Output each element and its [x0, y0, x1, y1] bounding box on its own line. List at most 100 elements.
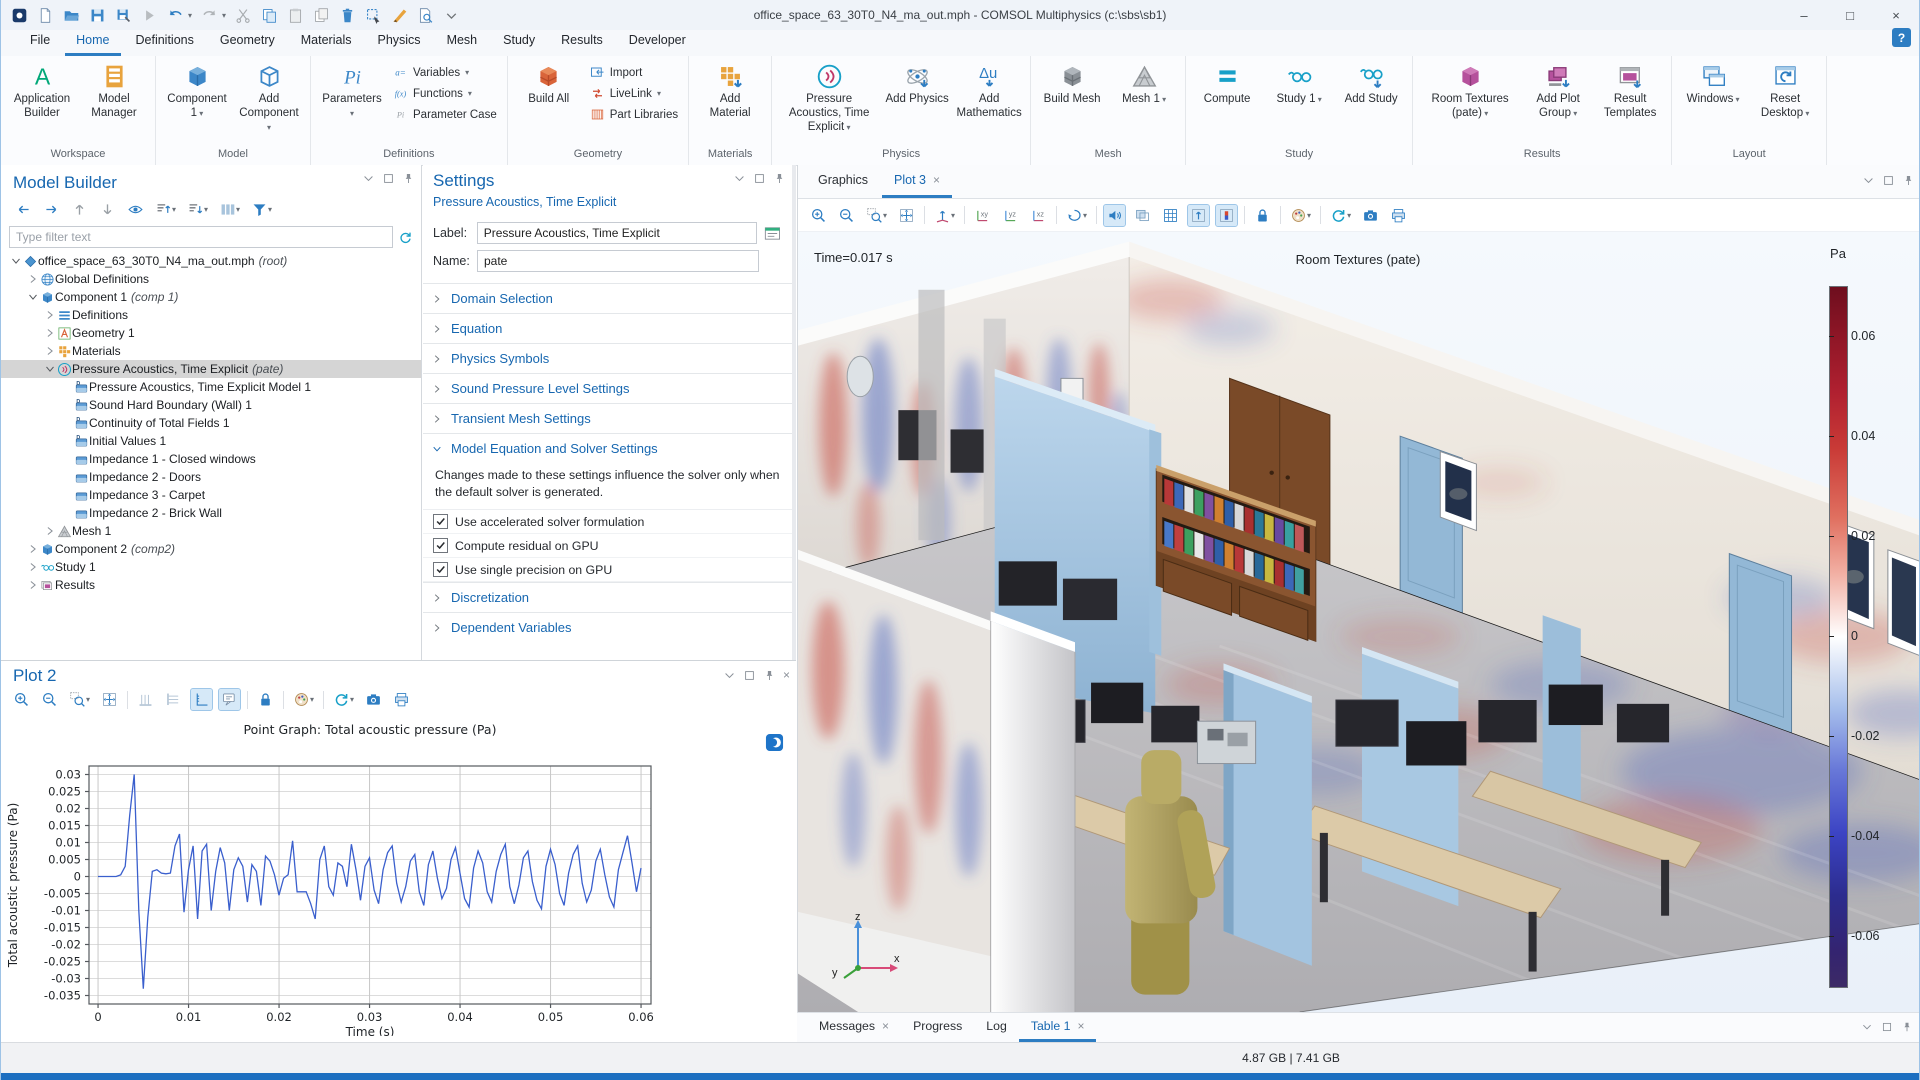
zoom-extents-button[interactable]: [896, 205, 917, 226]
save-icon[interactable]: [89, 7, 106, 24]
tab-log[interactable]: Log: [974, 1015, 1019, 1042]
functions-button[interactable]: f(x) Functions ▾: [393, 86, 497, 101]
tree-node-sound-hard-boundary-wall-1[interactable]: D Sound Hard Boundary (Wall) 1: [1, 396, 421, 414]
tree-node-initial-values-1[interactable]: D Initial Values 1: [1, 432, 421, 450]
doc-search-icon[interactable]: [417, 7, 434, 24]
tree-node-pressure-acoustics-time-explicit[interactable]: Pressure Acoustics, Time Explicit (pate): [1, 360, 421, 378]
add-material-button[interactable]: Add Material: [695, 60, 765, 121]
tree-node-materials[interactable]: Materials: [1, 342, 421, 360]
expand-arrow-icon[interactable]: [26, 560, 40, 574]
preview-icon[interactable]: [391, 7, 408, 24]
pin-icon[interactable]: [763, 669, 776, 682]
menu-materials[interactable]: Materials: [290, 29, 363, 56]
pin-icon[interactable]: [402, 172, 415, 185]
maximize-button[interactable]: □: [1827, 0, 1873, 30]
chevron-down-icon[interactable]: [1861, 1021, 1873, 1033]
x-grid-button[interactable]: [135, 689, 156, 710]
pin-icon[interactable]: [1902, 174, 1915, 187]
checkbox-use-accelerated-solver-formulation[interactable]: Use accelerated solver formulation: [423, 510, 792, 535]
dropdown-chevron[interactable]: ▾: [222, 11, 226, 20]
tree-node-pressure-acoustics-time-explicit-model-1[interactable]: D Pressure Acoustics, Time Explicit Model…: [1, 378, 421, 396]
minimize-button[interactable]: –: [1781, 0, 1827, 30]
delete-icon[interactable]: [339, 7, 356, 24]
expand-arrow-icon[interactable]: [26, 578, 40, 592]
y-grid-button[interactable]: [163, 689, 184, 710]
arrow-right-button[interactable]: [41, 199, 62, 220]
menu-physics[interactable]: Physics: [366, 29, 431, 56]
section-header-domain-selection[interactable]: Domain Selection: [423, 284, 792, 313]
menu-definitions[interactable]: Definitions: [125, 29, 205, 56]
tree-node-study-1[interactable]: Study 1: [1, 558, 421, 576]
tree-node-impedance-2-brick-wall[interactable]: Impedance 2 - Brick Wall: [1, 504, 421, 522]
refresh-button[interactable]: ▾: [331, 689, 356, 710]
zoom-box-button[interactable]: ▾: [67, 689, 92, 710]
expand-arrow-icon[interactable]: [43, 344, 57, 358]
checkbox-use-single-precision-on-gpu[interactable]: Use single precision on GPU: [423, 558, 792, 583]
copy-icon[interactable]: [261, 7, 278, 24]
tree-node-office-space-63-30t0-n4-ma-out-mph[interactable]: office_space_63_30T0_N4_ma_out.mph (root): [1, 252, 421, 270]
menu-results[interactable]: Results: [550, 29, 614, 56]
lock-button[interactable]: [255, 689, 276, 710]
transparency-button[interactable]: [1132, 205, 1153, 226]
tree-filter-input[interactable]: [9, 226, 393, 248]
study-1-button[interactable]: Study 1 ▾: [1264, 60, 1334, 107]
print-button[interactable]: [391, 689, 412, 710]
add-plot-group-button[interactable]: Add Plot Group ▾: [1523, 60, 1593, 121]
build-mesh-button[interactable]: Build Mesh: [1037, 60, 1107, 107]
close-icon[interactable]: ×: [933, 173, 940, 187]
menu-geometry[interactable]: Geometry: [209, 29, 286, 56]
open-icon[interactable]: [63, 7, 80, 24]
checkbox-icon[interactable]: [433, 538, 448, 554]
speaker-button[interactable]: [1103, 203, 1127, 227]
section-header-sound-pressure-level-settings[interactable]: Sound Pressure Level Settings: [423, 374, 792, 403]
duplicate-icon[interactable]: [313, 7, 330, 24]
expand-list-button[interactable]: ▾: [185, 199, 210, 220]
close-icon[interactable]: ×: [882, 1019, 889, 1033]
float-icon[interactable]: [382, 172, 395, 185]
tree-node-geometry-1[interactable]: Geometry 1: [1, 324, 421, 342]
menu-developer[interactable]: Developer: [618, 29, 697, 56]
refresh-button[interactable]: ▾: [1328, 205, 1353, 226]
close-button[interactable]: ×: [1873, 0, 1919, 30]
float-icon[interactable]: [1882, 174, 1895, 187]
annotation-button[interactable]: [218, 688, 242, 711]
part-libraries-button[interactable]: Part Libraries: [590, 107, 678, 122]
tree-node-global-definitions[interactable]: Global Definitions: [1, 270, 421, 288]
tree-node-impedance-1-closed-windows[interactable]: Impedance 1 - Closed windows: [1, 450, 421, 468]
tree-node-component-1[interactable]: Component 1 (comp 1): [1, 288, 421, 306]
collapse-list-button[interactable]: ▾: [153, 199, 178, 220]
show-button[interactable]: [125, 199, 146, 220]
parameters-button[interactable]: Pi Parameters ▾: [317, 60, 387, 121]
tab-table-1[interactable]: Table 1 ×: [1018, 1015, 1097, 1042]
color-legend-button[interactable]: [1215, 203, 1239, 227]
add-mathematics-button[interactable]: Δu Add Mathematics: [954, 60, 1024, 121]
chev-icon[interactable]: [443, 7, 460, 24]
rotate-button[interactable]: ▾: [1064, 205, 1089, 226]
section-header-model-equation-and-solver-settings[interactable]: Model Equation and Solver Settings: [423, 434, 792, 463]
room-3d-view[interactable]: [798, 232, 1920, 1012]
filter-button[interactable]: ▾: [249, 199, 274, 220]
axis-orientation-button[interactable]: ▾: [932, 205, 957, 226]
expand-arrow-icon[interactable]: [26, 542, 40, 556]
zoom-box-button[interactable]: ▾: [864, 205, 889, 226]
graphics-canvas[interactable]: Time=0.017 s Room Textures (pate) Pa 0.0…: [798, 231, 1920, 1012]
chevron-down-icon[interactable]: [723, 669, 736, 682]
build-all-button[interactable]: Build All: [514, 60, 584, 107]
tree-node-component-2[interactable]: Component 2 (comp2): [1, 540, 421, 558]
arrow-up-button[interactable]: [69, 199, 90, 220]
y-axis-button[interactable]: [190, 688, 214, 711]
pin-icon[interactable]: [773, 172, 786, 185]
palette-button[interactable]: ▾: [1288, 205, 1313, 226]
tree-node-mesh-1[interactable]: Mesh 1: [1, 522, 421, 540]
tab-graphics[interactable]: Graphics: [806, 167, 880, 198]
model-manager-button[interactable]: Model Manager: [79, 60, 149, 121]
view-xz-button[interactable]: xz: [1028, 205, 1049, 226]
section-header-discretization[interactable]: Discretization: [423, 583, 792, 612]
chevron-down-icon[interactable]: [733, 172, 746, 185]
pin-icon[interactable]: [1901, 1021, 1913, 1033]
add-physics-button[interactable]: Add Physics: [882, 60, 952, 107]
save-as-icon[interactable]: [115, 7, 132, 24]
name-field[interactable]: [477, 250, 759, 272]
expand-arrow-icon[interactable]: [26, 272, 40, 286]
tab-messages[interactable]: Messages ×: [807, 1015, 901, 1042]
